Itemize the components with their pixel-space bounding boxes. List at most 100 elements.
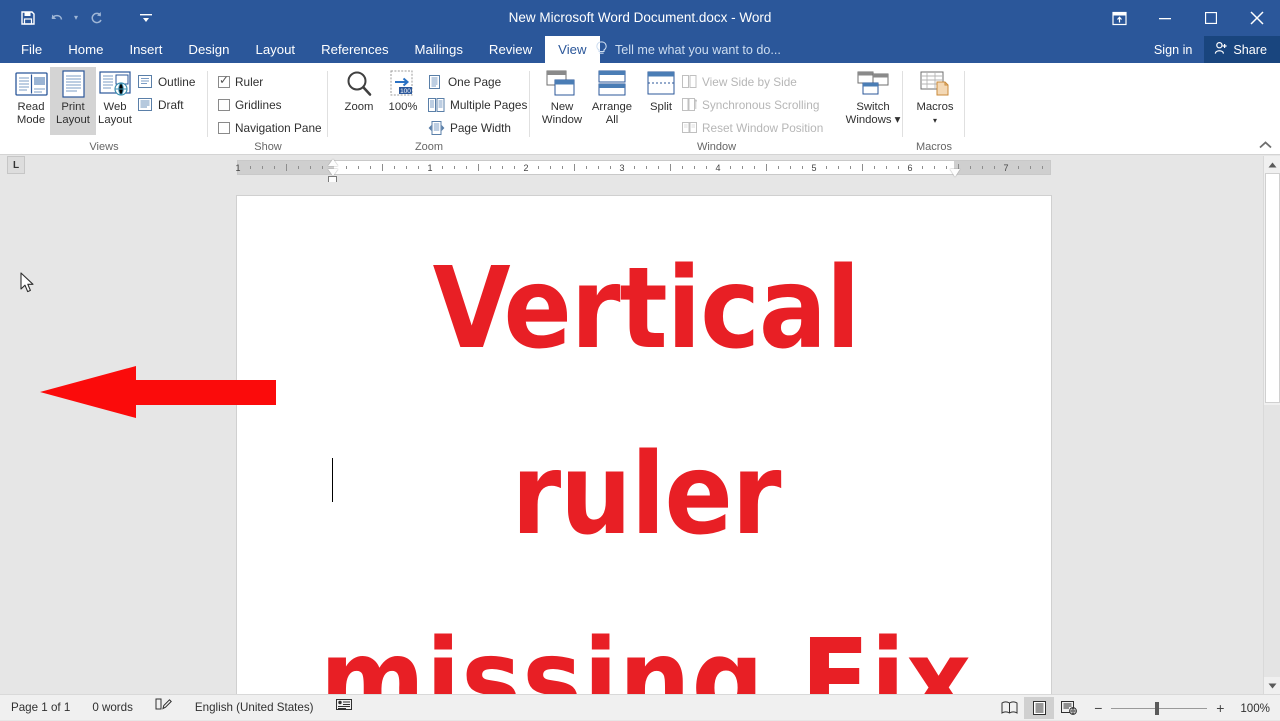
proofing-errors-icon[interactable] [144, 695, 184, 721]
macros-button[interactable]: Macros ▾ [911, 67, 959, 135]
checkbox-unchecked-icon [218, 99, 230, 111]
navigation-pane-checkbox[interactable]: Navigation Pane [218, 118, 322, 137]
view-side-by-side-item: View Side by Side [682, 72, 797, 91]
page-indicator[interactable]: Page 1 of 1 [0, 695, 81, 721]
read-mode-icon [15, 67, 48, 101]
tab-file[interactable]: File [8, 36, 55, 63]
hruler-tick [634, 166, 635, 169]
horizontal-ruler[interactable]: 1 1 2 3 4 5 6 7 [237, 160, 1051, 175]
tab-design[interactable]: Design [175, 36, 242, 63]
document-line-1: Vertical ruler [283, 216, 1009, 588]
hruler-tick [490, 166, 491, 169]
collapse-ribbon-icon[interactable] [1259, 140, 1272, 152]
tell-me-search[interactable]: Tell me what you want to do... [595, 36, 781, 63]
document-line-2: missing Fix [283, 588, 1009, 694]
sign-in-button[interactable]: Sign in [1142, 43, 1205, 57]
status-print-layout-button[interactable] [1024, 697, 1054, 719]
document-page[interactable]: Vertical ruler missing Fix [237, 196, 1051, 694]
zoom-slider-track[interactable] [1111, 708, 1207, 709]
share-button[interactable]: Share [1204, 36, 1280, 63]
outline-icon [138, 75, 153, 89]
web-layout-button[interactable]: Web Layout [92, 67, 138, 135]
reset-window-position-icon [682, 121, 697, 135]
draft-icon [138, 98, 153, 112]
scrollbar-thumb[interactable] [1265, 173, 1280, 403]
minimize-button[interactable] [1142, 0, 1188, 36]
web-layout-label-2: Layout [98, 114, 132, 127]
tab-mailings[interactable]: Mailings [402, 36, 476, 63]
multiple-pages-item[interactable]: Multiple Pages [428, 95, 527, 114]
arrange-all-button[interactable]: Arrange All [584, 67, 640, 135]
restore-button[interactable] [1188, 0, 1234, 36]
first-line-indent-marker[interactable] [328, 159, 338, 166]
hruler-tick [550, 166, 551, 169]
hruler-tick [802, 166, 803, 169]
hruler-tick [994, 166, 995, 169]
hruler-tick [730, 166, 731, 169]
word-count[interactable]: 0 words [81, 695, 144, 721]
new-window-icon [545, 67, 579, 101]
zoom-out-button[interactable]: − [1090, 700, 1106, 716]
new-window-button[interactable]: New Window [534, 67, 590, 135]
zoom-slider[interactable]: − + [1084, 700, 1234, 716]
window-group-label: Window [530, 141, 903, 153]
hruler-tick [766, 164, 767, 171]
zoom-slider-knob[interactable] [1155, 702, 1159, 715]
right-indent-marker[interactable] [950, 169, 960, 177]
draft-item[interactable]: Draft [138, 95, 184, 114]
ribbon-group-window: New Window Arrange All Split View Side b… [530, 63, 903, 155]
print-layout-label-1: Print [61, 101, 84, 114]
zoom-100-button[interactable]: 100 100% [380, 67, 426, 135]
gridlines-checkbox[interactable]: Gridlines [218, 95, 282, 114]
tab-review[interactable]: Review [476, 36, 545, 63]
zoom-button[interactable]: Zoom [336, 67, 382, 135]
hruler-tick [538, 166, 539, 169]
outline-item[interactable]: Outline [138, 72, 195, 91]
tab-references[interactable]: References [308, 36, 401, 63]
document-canvas[interactable]: Vertical ruler missing Fix [0, 182, 1263, 694]
zoom-in-button[interactable]: + [1212, 700, 1228, 716]
status-web-layout-button[interactable] [1054, 697, 1084, 719]
hruler-tick [250, 166, 251, 169]
status-read-mode-button[interactable] [994, 697, 1024, 719]
switch-windows-button[interactable]: Switch Windows ▾ [842, 67, 904, 135]
hruler-num-6: 6 [907, 161, 912, 175]
hruler-tick [850, 166, 851, 169]
tab-view[interactable]: View [545, 36, 599, 63]
new-window-label-2: Window [542, 114, 582, 127]
page-width-label: Page Width [450, 121, 511, 135]
draft-label: Draft [158, 98, 184, 112]
document-text[interactable]: Vertical ruler missing Fix [283, 216, 1009, 694]
page-width-item[interactable]: Page Width [428, 118, 511, 137]
hruler-num-4: 4 [715, 161, 720, 175]
scroll-down-icon[interactable] [1264, 677, 1280, 694]
switch-windows-icon [856, 67, 890, 101]
hruler-tick [286, 164, 287, 171]
language-indicator[interactable]: English (United States) [184, 695, 325, 721]
one-page-item[interactable]: One Page [428, 72, 501, 91]
vertical-scrollbar[interactable] [1263, 156, 1280, 694]
hruler-tick [874, 166, 875, 169]
tab-stop-selector[interactable]: L [7, 156, 25, 174]
split-button[interactable]: Split [638, 67, 684, 135]
share-label: Share [1233, 43, 1267, 57]
print-layout-icon [60, 67, 87, 101]
close-button[interactable] [1234, 0, 1280, 36]
scroll-up-icon[interactable] [1264, 156, 1280, 173]
read-mode-button[interactable]: Read Mode [8, 67, 54, 135]
tab-insert[interactable]: Insert [116, 36, 175, 63]
switch-windows-label-1: Switch [856, 101, 889, 114]
scrollbar-track[interactable] [1264, 405, 1280, 677]
ruler-checkbox[interactable]: Ruler [218, 72, 263, 91]
print-layout-button[interactable]: Print Layout [50, 67, 96, 135]
zoom-level-label[interactable]: 100% [1234, 702, 1280, 715]
reset-window-position-item: Reset Window Position [682, 118, 823, 137]
tab-layout[interactable]: Layout [242, 36, 308, 63]
ribbon-display-options-icon[interactable] [1096, 0, 1142, 36]
tab-home[interactable]: Home [55, 36, 116, 63]
macros-icon [919, 67, 951, 101]
hruler-tick [370, 166, 371, 169]
hanging-indent-marker[interactable] [328, 169, 338, 176]
hruler-tick [1030, 166, 1031, 169]
accessibility-checker-icon[interactable] [325, 695, 363, 721]
